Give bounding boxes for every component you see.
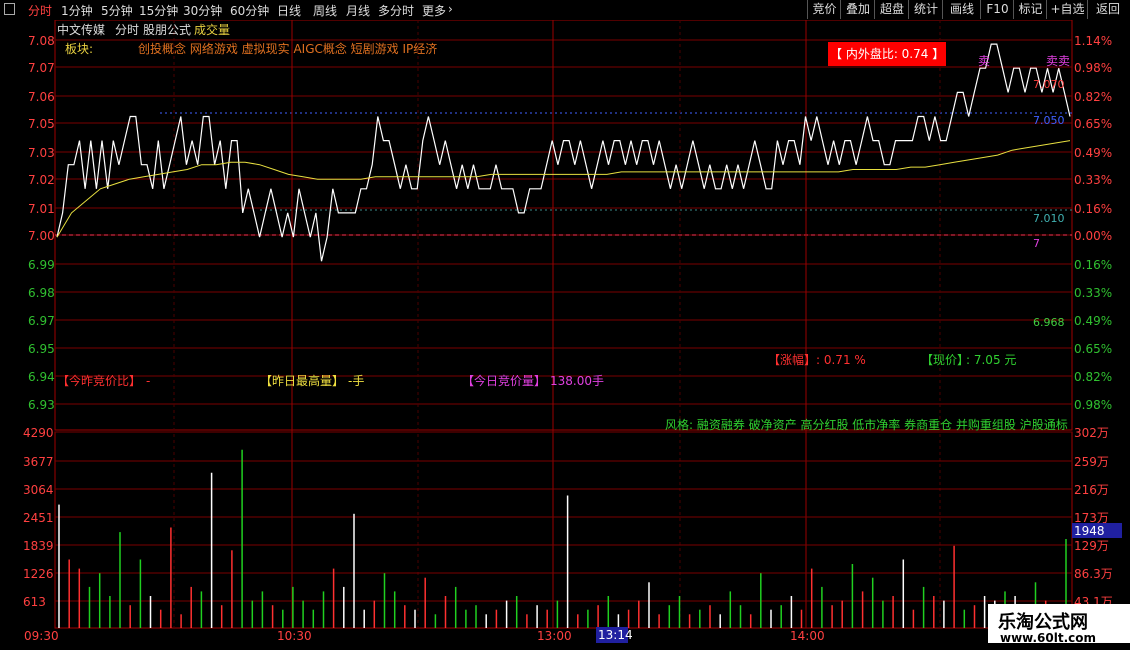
toolbar-button-1[interactable]: 叠加 (840, 0, 875, 19)
price-axis-label: 6.93 (28, 398, 55, 412)
percent-axis-label: 0.49% (1074, 146, 1112, 160)
volume-right-label: 129万 (1074, 539, 1109, 553)
price-axis-label: 7.06 (28, 90, 55, 104)
tab-8[interactable]: 月线 (346, 2, 370, 19)
yest-high-value: -手 (348, 374, 364, 388)
percent-axis-label: 0.82% (1074, 90, 1112, 104)
volume-axis-label: 2451 (23, 511, 54, 525)
tab-3[interactable]: 15分钟 (139, 2, 178, 19)
level-label-6968: 6.968 (1033, 316, 1065, 329)
price-axis-label: 7.01 (28, 202, 55, 216)
price-value: : 7.05 元 (966, 353, 1016, 367)
price-axis-label: 6.94 (28, 370, 55, 384)
time-axis-label: 09:30 (24, 629, 59, 643)
prev-auction-label: 【今昨竞价比】 (57, 373, 141, 388)
sectors-label: 板块: (65, 42, 93, 56)
chart-background (0, 20, 1130, 650)
toolbar-button-7[interactable]: +自选 (1046, 0, 1088, 19)
level-label-7010: 7.010 (1033, 212, 1065, 225)
chart-mode: 分时 (115, 23, 139, 37)
cursor-time-label: 13:14 (598, 628, 633, 642)
price-label: 【现价】 (921, 353, 969, 367)
tab-10[interactable]: 更多 (422, 2, 446, 19)
volume-axis-label: 1839 (23, 539, 54, 553)
stock-name: 中文传媒 (57, 22, 105, 37)
formula-name: 股朋公式 (143, 23, 191, 37)
tab-4[interactable]: 30分钟 (183, 2, 222, 19)
volume-axis-label: 4290 (23, 426, 54, 440)
current-volume-value: 1948 (1074, 524, 1105, 538)
price-axis-label: 6.98 (28, 286, 55, 300)
percent-axis-label: 0.65% (1074, 342, 1112, 356)
percent-axis-label: 0.49% (1074, 314, 1112, 328)
price-axis-label: 7.03 (28, 146, 55, 160)
bottom-status-strip (0, 643, 1130, 650)
change-value: : 0.71 % (816, 353, 866, 367)
time-axis-label: 14:00 (790, 629, 825, 643)
price-axis-label: 7.07 (28, 61, 55, 75)
tab-7[interactable]: 周线 (313, 2, 337, 19)
volume-right-label: 216万 (1074, 483, 1109, 497)
indicator-name: 成交量 (194, 22, 230, 37)
percent-axis-label: 0.16% (1074, 202, 1112, 216)
sell-mark: 卖卖 (1046, 54, 1070, 68)
percent-axis-label: 0.98% (1074, 61, 1112, 75)
volume-right-label: 259万 (1074, 455, 1109, 469)
inout-ratio-text: 【 内外盘比: 0.74 】 (830, 46, 944, 61)
percent-axis-label: 0.33% (1074, 173, 1112, 187)
tab-0[interactable]: 分时 (28, 2, 52, 19)
toolbar-button-4[interactable]: 画线 (942, 0, 981, 19)
tab-9[interactable]: 多分时 (378, 2, 414, 19)
toolbar-button-0[interactable]: 竞价 (807, 0, 841, 19)
volume-right-label: 302万 (1074, 426, 1109, 440)
tab-6[interactable]: 日线 (277, 2, 301, 19)
yest-high-label: 【昨日最高量】 (260, 373, 344, 388)
price-axis-label: 7.00 (28, 229, 55, 243)
today-auction-value: 138.00手 (550, 374, 604, 388)
change-label: 【涨幅】 (768, 352, 816, 367)
percent-axis-label: 0.16% (1074, 258, 1112, 272)
tab-2[interactable]: 5分钟 (101, 2, 133, 19)
percent-axis-label: 0.82% (1074, 370, 1112, 384)
today-auction-label: 【今日竞价量】 (462, 373, 546, 388)
price-axis-label: 6.95 (28, 342, 55, 356)
toolbar-button-8[interactable]: 返回 (1087, 0, 1128, 19)
time-axis-label: 10:30 (277, 629, 312, 643)
prev-auction-value: - (146, 374, 150, 388)
tab-1[interactable]: 1分钟 (61, 2, 93, 19)
style-tags: 风格: 融资融券 破净资产 高分红股 低市净率 券商重仓 并购重组股 沪股通标 (665, 417, 1068, 432)
toolbar-button-2[interactable]: 超盘 (874, 0, 909, 19)
percent-axis-label: 0.33% (1074, 286, 1112, 300)
time-axis-label: 13:00 (537, 629, 572, 643)
percent-axis-label: 0.65% (1074, 117, 1112, 131)
chevron-right-icon[interactable]: › (448, 2, 453, 16)
toolbar-button-3[interactable]: 统计 (908, 0, 943, 19)
price-axis-label: 7.02 (28, 173, 55, 187)
volume-axis-label: 3677 (23, 455, 54, 469)
toolbar-button-6[interactable]: 标记 (1013, 0, 1047, 19)
volume-axis-label: 613 (23, 595, 46, 609)
volume-right-label: 86.3万 (1074, 567, 1113, 581)
intraday-chart[interactable]: 7.08 1.14% 7.07 0.98% 7.06 0.82% 7.05 0.65% 7.03… (0, 20, 1130, 650)
price-axis-label: 7.05 (28, 117, 55, 131)
grid-icon[interactable] (4, 3, 15, 15)
percent-axis-label: 0.00% (1074, 229, 1112, 243)
volume-axis-label: 1226 (23, 567, 54, 581)
tab-5[interactable]: 60分钟 (230, 2, 269, 19)
price-axis-label: 7.08 (28, 34, 55, 48)
period-toolbar: 分时 1分钟 5分钟 15分钟 30分钟 60分钟 日线 周线 月线 多分时 更多 › 竞价 叠加 超盘 统计… (0, 0, 1130, 21)
level-label-top: 7.070 (1033, 78, 1065, 91)
percent-axis-label: 0.98% (1074, 398, 1112, 412)
price-axis-label: 6.97 (28, 314, 55, 328)
percent-axis-label: 1.14% (1074, 34, 1112, 48)
price-axis-label: 6.99 (28, 258, 55, 272)
level-label-7050: 7.050 (1033, 114, 1065, 127)
volume-right-label: 173万 (1074, 511, 1109, 525)
sectors-list: 创投概念 网络游戏 虚拟现实 AIGC概念 短剧游戏 IP经济 (138, 41, 437, 56)
volume-axis-label: 3064 (23, 483, 54, 497)
sell-mark: 卖 (978, 54, 990, 68)
level-label-7: 7 (1033, 237, 1040, 250)
toolbar-button-5[interactable]: F10 (980, 0, 1014, 19)
